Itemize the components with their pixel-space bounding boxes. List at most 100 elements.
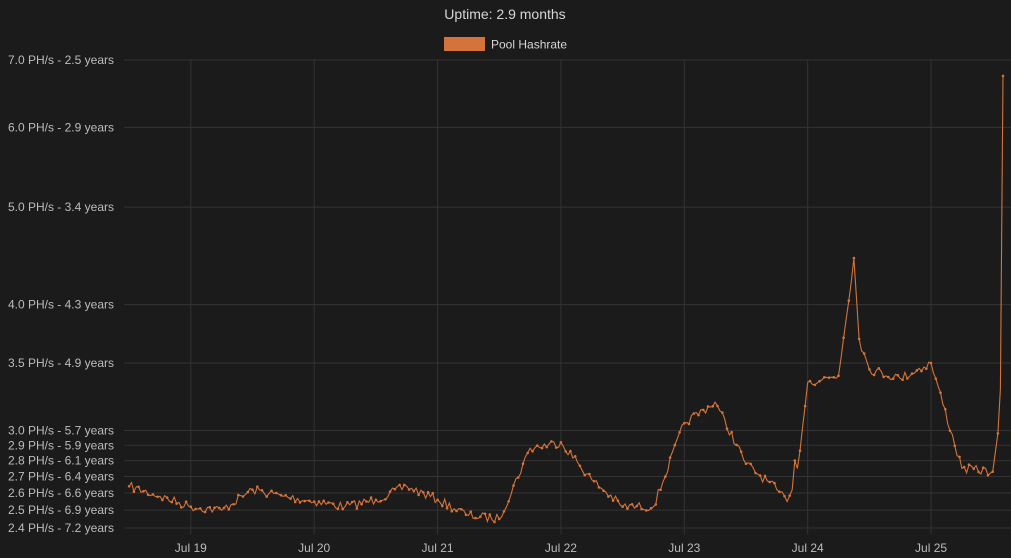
- data-point[interactable]: [934, 377, 938, 381]
- data-point[interactable]: [184, 500, 188, 504]
- data-point[interactable]: [327, 501, 330, 504]
- data-point[interactable]: [360, 502, 363, 506]
- data-point[interactable]: [241, 495, 245, 498]
- data-point[interactable]: [962, 465, 966, 469]
- data-point[interactable]: [626, 507, 629, 511]
- data-point[interactable]: [597, 486, 601, 489]
- data-point[interactable]: [857, 337, 861, 341]
- data-point[interactable]: [735, 443, 738, 447]
- data-point[interactable]: [621, 505, 624, 509]
- data-point[interactable]: [862, 352, 866, 355]
- data-point[interactable]: [683, 421, 686, 425]
- data-point[interactable]: [891, 377, 895, 381]
- data-point[interactable]: [289, 497, 292, 500]
- data-point[interactable]: [350, 500, 354, 504]
- data-point[interactable]: [161, 498, 164, 502]
- data-point[interactable]: [768, 480, 771, 484]
- data-point[interactable]: [602, 489, 605, 493]
- data-point[interactable]: [852, 256, 856, 260]
- data-point[interactable]: [977, 470, 980, 474]
- data-point[interactable]: [823, 376, 826, 379]
- data-point[interactable]: [450, 509, 454, 513]
- data-point[interactable]: [763, 474, 767, 478]
- data-point[interactable]: [516, 476, 520, 479]
- data-point[interactable]: [251, 488, 254, 492]
- data-point[interactable]: [808, 379, 812, 383]
- data-point[interactable]: [341, 507, 345, 511]
- data-point[interactable]: [346, 501, 349, 504]
- data-point[interactable]: [554, 446, 558, 449]
- data-point[interactable]: [331, 502, 335, 506]
- data-point[interactable]: [222, 506, 226, 510]
- data-point[interactable]: [265, 495, 269, 498]
- data-point[interactable]: [521, 462, 525, 466]
- data-point[interactable]: [322, 499, 326, 503]
- data-point[interactable]: [417, 493, 420, 497]
- data-point[interactable]: [702, 408, 705, 412]
- data-point[interactable]: [274, 491, 278, 495]
- data-point[interactable]: [730, 430, 733, 434]
- data-point[interactable]: [531, 450, 534, 453]
- data-point[interactable]: [246, 490, 250, 494]
- data-point[interactable]: [896, 374, 900, 377]
- data-point[interactable]: [783, 494, 786, 498]
- data-point[interactable]: [203, 510, 207, 514]
- data-point[interactable]: [526, 451, 529, 455]
- data-point[interactable]: [175, 502, 178, 505]
- data-point[interactable]: [739, 450, 743, 454]
- data-point[interactable]: [664, 475, 667, 478]
- data-point[interactable]: [165, 496, 169, 499]
- data-point[interactable]: [967, 463, 971, 467]
- data-point[interactable]: [270, 489, 273, 493]
- data-point[interactable]: [573, 455, 577, 458]
- data-point[interactable]: [493, 520, 496, 524]
- data-point[interactable]: [877, 367, 881, 370]
- legend[interactable]: Pool Hashrate: [444, 37, 567, 52]
- data-point[interactable]: [778, 490, 781, 494]
- data-point[interactable]: [793, 459, 797, 462]
- data-point[interactable]: [668, 456, 672, 459]
- data-point[interactable]: [910, 372, 914, 375]
- data-point[interactable]: [127, 485, 131, 488]
- data-point[interactable]: [545, 445, 548, 449]
- data-point[interactable]: [564, 450, 567, 453]
- data-point[interactable]: [369, 496, 373, 499]
- data-point[interactable]: [132, 490, 136, 494]
- data-point[interactable]: [798, 449, 802, 453]
- data-point[interactable]: [218, 506, 221, 510]
- data-point[interactable]: [189, 505, 193, 509]
- data-point[interactable]: [237, 493, 240, 497]
- data-point[interactable]: [436, 498, 439, 502]
- data-point[interactable]: [180, 506, 183, 509]
- data-point[interactable]: [583, 473, 586, 477]
- data-point[interactable]: [659, 488, 662, 492]
- data-point[interactable]: [474, 516, 477, 520]
- data-point[interactable]: [958, 455, 961, 459]
- data-point[interactable]: [588, 472, 591, 476]
- data-point[interactable]: [308, 499, 311, 503]
- data-point[interactable]: [872, 373, 876, 377]
- data-point[interactable]: [706, 405, 710, 408]
- data-point[interactable]: [991, 470, 994, 474]
- data-point[interactable]: [426, 490, 430, 494]
- data-point[interactable]: [142, 490, 145, 493]
- data-point[interactable]: [906, 377, 909, 380]
- data-point[interactable]: [483, 512, 487, 516]
- data-point[interactable]: [497, 517, 501, 521]
- data-point[interactable]: [208, 506, 212, 509]
- data-point[interactable]: [758, 474, 762, 477]
- data-point[interactable]: [151, 493, 155, 496]
- data-point[interactable]: [725, 427, 729, 431]
- data-point[interactable]: [407, 488, 411, 491]
- data-point[interactable]: [986, 473, 990, 477]
- data-point[interactable]: [445, 506, 449, 510]
- data-point[interactable]: [901, 378, 904, 382]
- data-point[interactable]: [284, 494, 288, 497]
- data-point[interactable]: [972, 467, 975, 471]
- data-point[interactable]: [882, 375, 885, 379]
- data-point[interactable]: [616, 499, 620, 503]
- data-point[interactable]: [403, 483, 406, 487]
- data-point[interactable]: [981, 466, 985, 470]
- data-point[interactable]: [260, 489, 264, 492]
- data-point[interactable]: [355, 507, 359, 510]
